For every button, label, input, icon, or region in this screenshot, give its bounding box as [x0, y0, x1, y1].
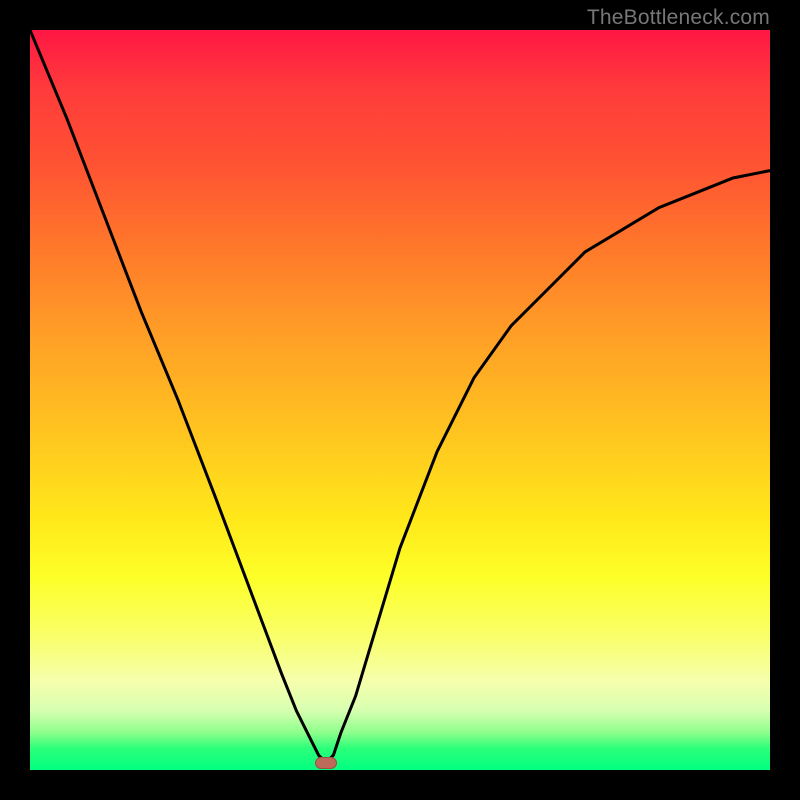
- chart-frame: TheBottleneck.com: [0, 0, 800, 800]
- curve-path: [30, 30, 770, 763]
- optimal-point-marker: [315, 757, 337, 769]
- bottleneck-curve: [30, 30, 770, 770]
- watermark-text: TheBottleneck.com: [587, 6, 770, 30]
